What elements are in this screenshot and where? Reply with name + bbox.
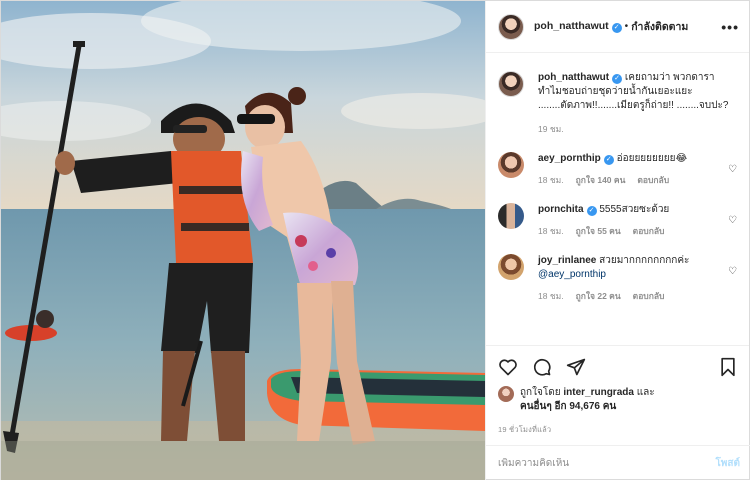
caption-text-1: เคยถามว่า พวกดารา — [624, 72, 715, 83]
comment-body: joy_rinlanee สวยมากกกกกกกกค่ะ @aey_pornt… — [538, 254, 725, 303]
caption-text-2: ทำไมชอบถ่ายชุดว่ายน้ำกันเยอะแยะ — [538, 86, 693, 97]
bookmark-icon[interactable] — [719, 357, 737, 377]
comment-body: pornchita ✓ 5555สวยซะด้วย 18 ชม. ถูกใจ 55 … — [538, 203, 725, 238]
comment-input[interactable] — [498, 458, 716, 469]
comment-item: pornchita ✓ 5555สวยซะด้วย 18 ชม. ถูกใจ 55 … — [498, 203, 737, 238]
author-avatar[interactable] — [498, 13, 524, 40]
liked-by-prefix: ถูกใจโดย — [520, 387, 561, 398]
comment-meta: 18 ชม. ถูกใจ 55 คน ตอบกลับ — [538, 224, 725, 238]
comment-time[interactable]: 18 ชม. — [538, 226, 564, 236]
commenter-username[interactable]: joy_rinlanee — [538, 255, 596, 266]
comment-heart-icon[interactable]: ♡ — [725, 164, 737, 175]
action-icons-row — [498, 352, 737, 382]
verified-badge-icon: ✓ — [586, 206, 597, 216]
commenter-avatar[interactable] — [498, 152, 524, 178]
comment-item: joy_rinlanee สวยมากกกกกกกกค่ะ @aey_pornt… — [498, 254, 737, 303]
more-options-icon[interactable]: ••• — [721, 19, 739, 35]
comment-heart-icon[interactable]: ♡ — [725, 266, 737, 277]
comment-mention[interactable]: @aey_pornthip — [538, 269, 606, 280]
post-header: poh_natthawut ✓ • กำลังติดตาม ••• — [486, 1, 749, 53]
liked-by-username[interactable]: inter_rungrada — [563, 387, 634, 398]
comment-likes[interactable]: ถูกใจ 22 คน — [576, 291, 621, 301]
liked-by-text: ถูกใจโดย inter_rungrada และ คนอื่นๆ อีก … — [520, 386, 655, 414]
caption-avatar[interactable] — [498, 71, 524, 97]
comments-list[interactable]: poh_natthawut ✓ เคยถามว่า พวกดารา ทำไมชอบ… — [486, 53, 749, 345]
caption-text-3: ........ตัดภาพ!!.......เมียตรูก็ถ่าย!! .… — [538, 100, 729, 111]
post-timestamp[interactable]: 19 ชั่วโมงที่แล้ว — [498, 424, 737, 436]
comment-likes[interactable]: ถูกใจ 140 คน — [576, 175, 626, 185]
comment-time[interactable]: 18 ชม. — [538, 175, 564, 185]
comment-heart-icon[interactable]: ♡ — [725, 215, 737, 226]
comment-body: aey_pornthip ✓ อ่อยยยยยยยย😂 18 ชม. ถูกใจ 1… — [538, 152, 725, 187]
caption-body: poh_natthawut ✓ เคยถามว่า พวกดารา ทำไมชอบ… — [538, 71, 737, 136]
following-button[interactable]: กำลังติดตาม — [631, 18, 688, 35]
beach-paddleboard-photo — [1, 1, 485, 480]
liked-by: ถูกใจโดย inter_rungrada และ คนอื่นๆ อีก … — [498, 386, 737, 414]
comment-text: 5555สวยซะด้วย — [599, 204, 670, 215]
separator-dot: • — [624, 21, 629, 32]
caption-time[interactable]: 19 ชม. — [538, 122, 737, 136]
reply-button[interactable]: ตอบกลับ — [637, 175, 669, 185]
verified-badge-icon: ✓ — [611, 23, 622, 33]
reply-button[interactable]: ตอบกลับ — [633, 291, 665, 301]
author-username[interactable]: poh_natthawut ✓ — [534, 20, 622, 33]
comment-text: สวยมากกกกกกกกค่ะ — [599, 255, 690, 266]
commenter-avatar[interactable] — [498, 254, 524, 280]
comment-likes[interactable]: ถูกใจ 55 คน — [576, 226, 621, 236]
liked-by-and: และ — [636, 387, 655, 398]
post-photo[interactable] — [1, 1, 485, 480]
instagram-post-modal: poh_natthawut ✓ • กำลังติดตาม ••• poh_nat… — [0, 0, 750, 480]
comment-text: อ่อยยยยยยยย😂 — [616, 153, 688, 164]
post-side-panel: poh_natthawut ✓ • กำลังติดตาม ••• poh_nat… — [485, 1, 750, 480]
caption: poh_natthawut ✓ เคยถามว่า พวกดารา ทำไมชอบ… — [498, 71, 737, 136]
heart-icon[interactable] — [498, 357, 518, 377]
commenter-avatar[interactable] — [498, 203, 524, 229]
liker-avatar[interactable] — [498, 386, 514, 402]
share-icon[interactable] — [566, 357, 586, 377]
comment-icon[interactable] — [532, 357, 552, 377]
comment-meta: 18 ชม. ถูกใจ 22 คน ตอบกลับ — [538, 289, 725, 303]
verified-badge-icon: ✓ — [603, 155, 614, 165]
post-actions: ถูกใจโดย inter_rungrada และ คนอื่นๆ อีก … — [486, 345, 749, 436]
comment-item: aey_pornthip ✓ อ่อยยยยยยยย😂 18 ชม. ถูกใจ 1… — [498, 152, 737, 187]
reply-button[interactable]: ตอบกลับ — [633, 226, 665, 236]
post-comment-button[interactable]: โพสต์ — [715, 456, 740, 471]
caption-username[interactable]: poh_natthawut — [538, 72, 609, 83]
comment-time[interactable]: 18 ชม. — [538, 291, 564, 301]
comment-meta: 18 ชม. ถูกใจ 140 คน ตอบกลับ — [538, 173, 725, 187]
commenter-username[interactable]: aey_pornthip — [538, 153, 601, 164]
add-comment-bar: โพสต์ — [486, 445, 750, 480]
verified-badge-icon: ✓ — [612, 74, 623, 84]
author-username-text[interactable]: poh_natthawut — [534, 20, 609, 32]
liked-by-others[interactable]: คนอื่นๆ อีก 94,676 คน — [520, 401, 616, 412]
commenter-username[interactable]: pornchita — [538, 204, 584, 215]
